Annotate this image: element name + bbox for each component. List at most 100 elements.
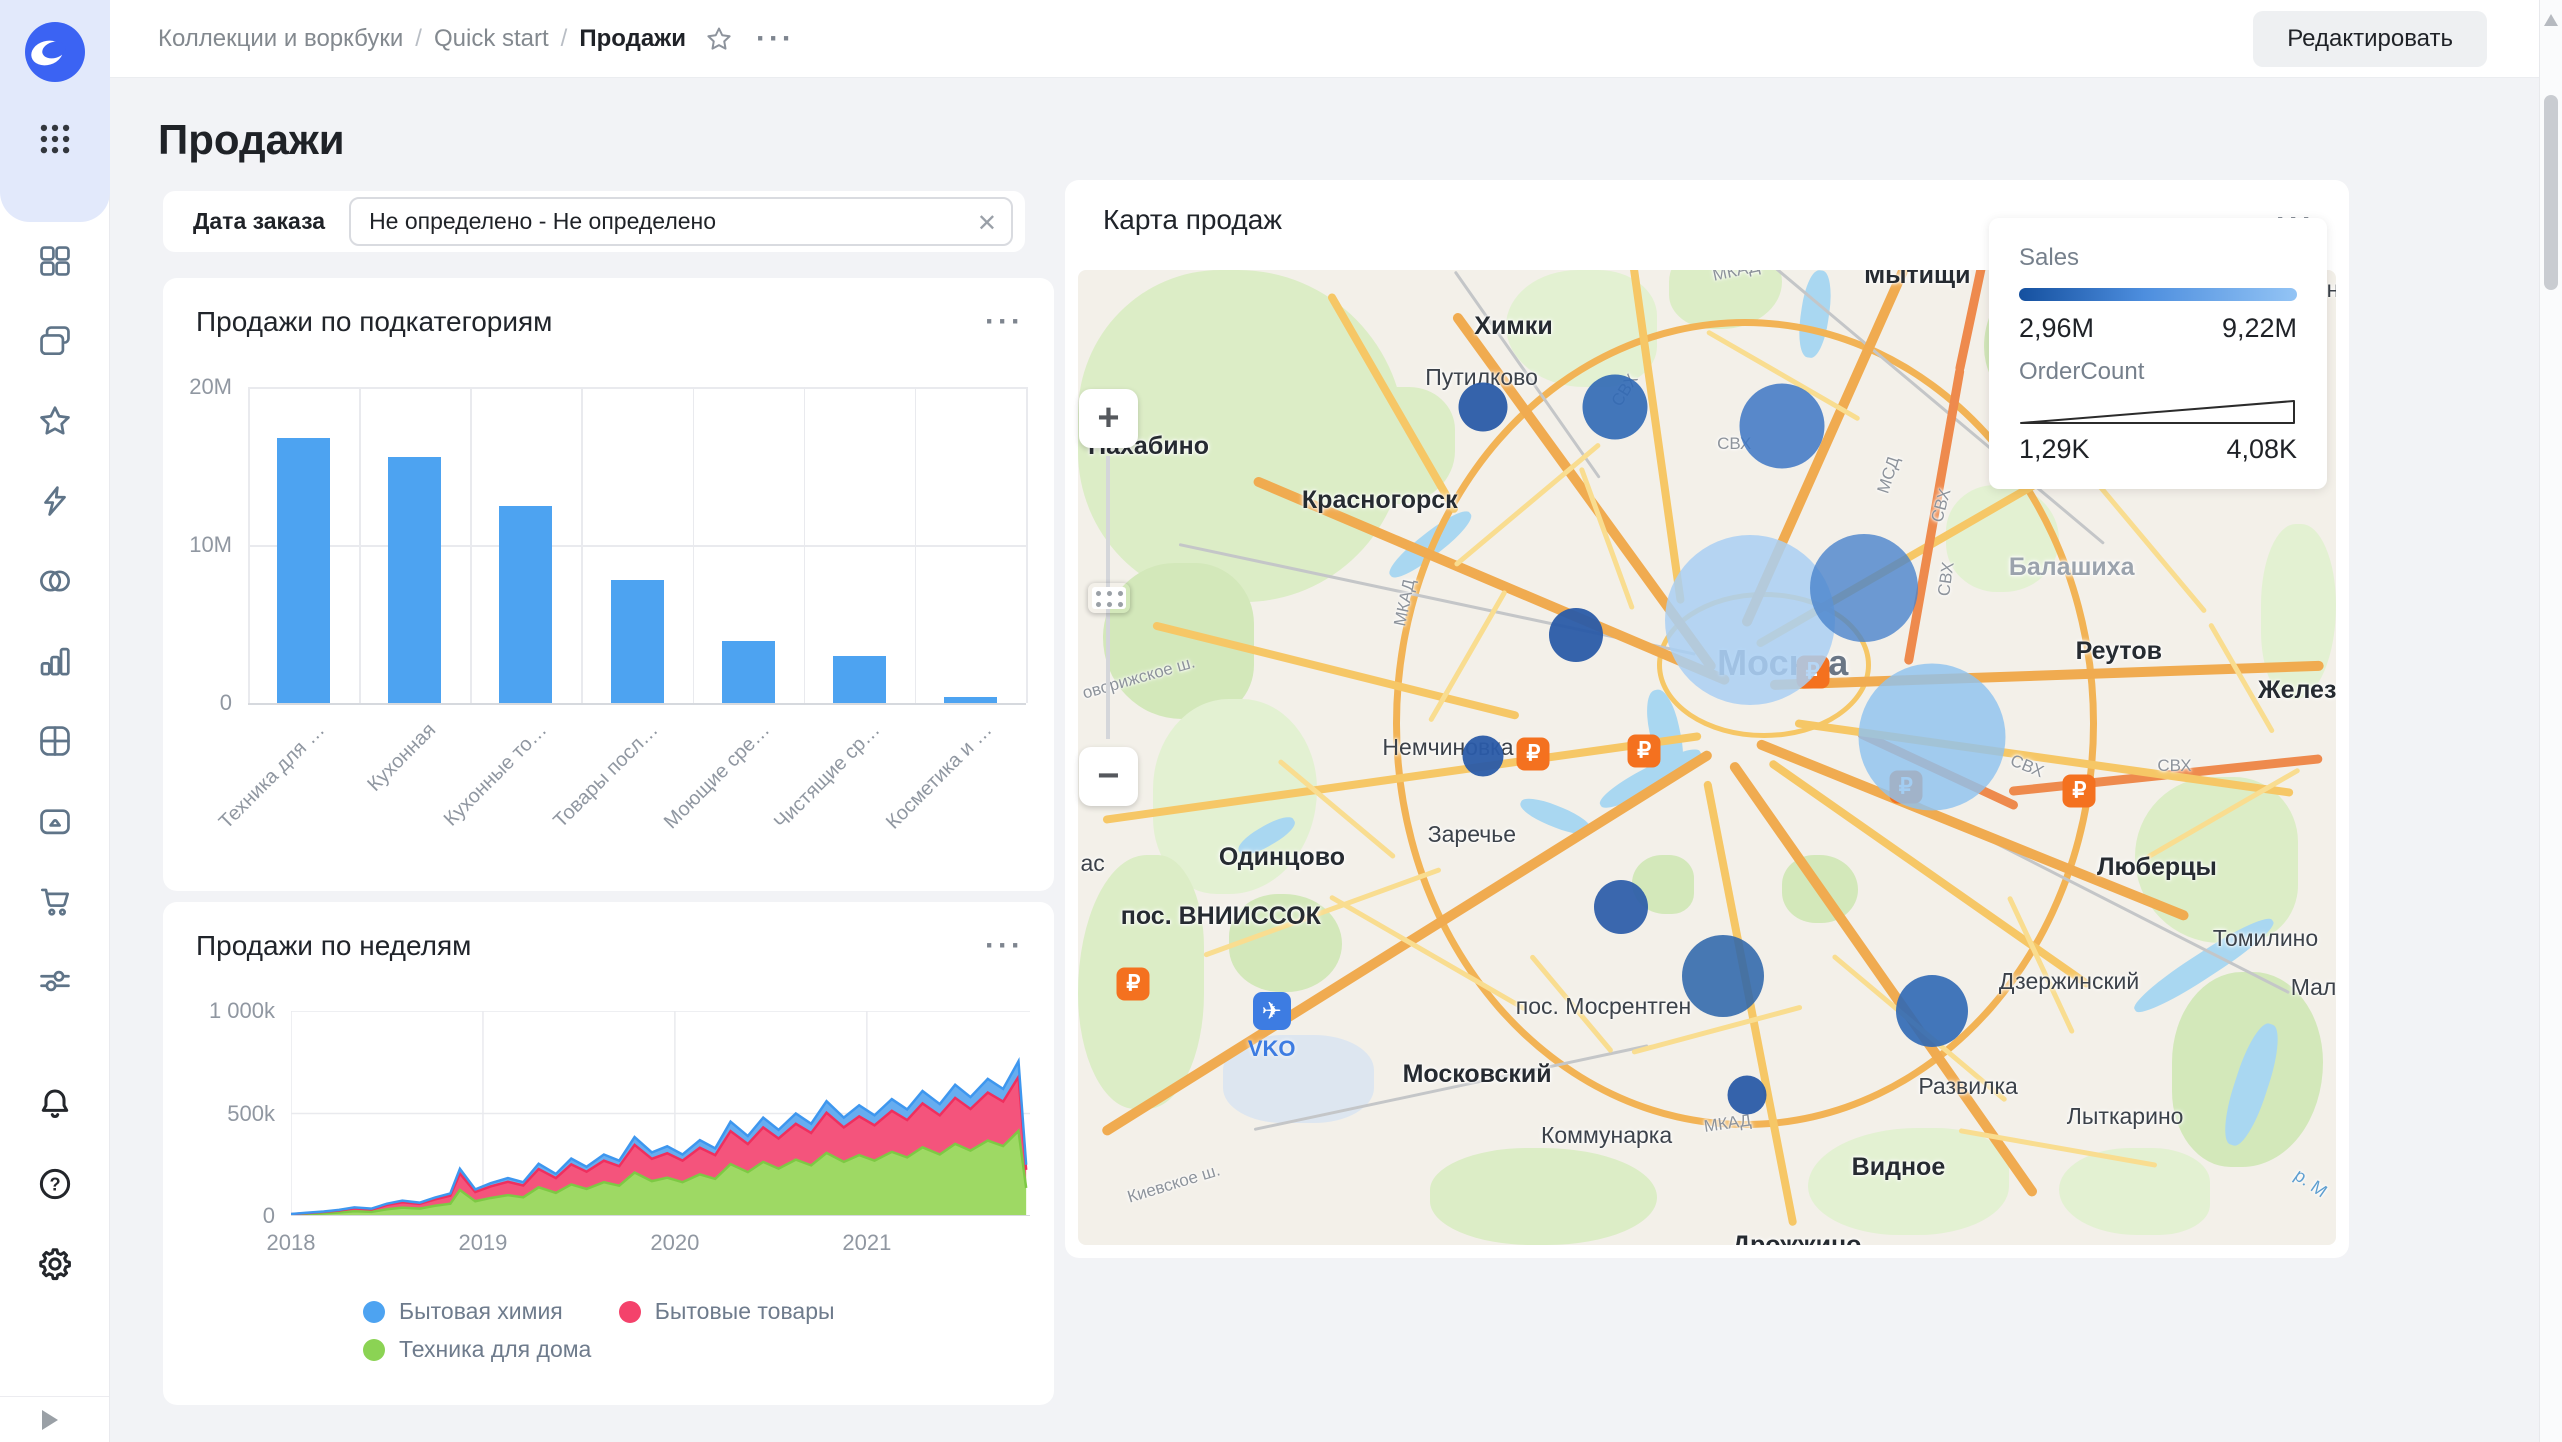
x-axis-category: Чистящие ср… xyxy=(770,719,885,834)
notifications-bell-icon[interactable] xyxy=(0,1064,110,1144)
area-chart-svg[interactable] xyxy=(291,1011,1030,1216)
legend-dot-pink xyxy=(619,1301,641,1323)
edit-button[interactable]: Редактировать xyxy=(2253,11,2487,67)
map-bubble[interactable] xyxy=(1740,384,1825,469)
map-place-label: Мытищи xyxy=(1864,270,1970,290)
sidebar: ? xyxy=(0,0,110,1442)
forest-patch xyxy=(2261,524,2336,700)
map-place-label: Одинцово xyxy=(1219,843,1345,872)
x-axis-line xyxy=(248,703,1026,705)
gridline xyxy=(359,387,361,703)
map-place-label: Люберцы xyxy=(2097,853,2217,882)
bar[interactable] xyxy=(611,580,664,703)
favorite-star-icon[interactable] xyxy=(704,24,734,54)
breadcrumb-separator: / xyxy=(561,25,568,53)
sidebar-item-navigation[interactable] xyxy=(0,221,110,301)
sidebar-item-connections[interactable] xyxy=(0,461,110,541)
zoom-slider-handle[interactable] xyxy=(1087,582,1131,614)
map-bubble[interactable] xyxy=(1594,880,1648,934)
bar[interactable] xyxy=(944,697,997,703)
help-question-icon[interactable]: ? xyxy=(0,1144,110,1224)
window-scrollbar[interactable] xyxy=(2539,0,2562,1442)
map-bubble[interactable] xyxy=(1665,535,1835,705)
forest-patch xyxy=(1430,1148,1656,1246)
date-filter-label: Дата заказа xyxy=(193,208,325,235)
map-place-label: пос. Мосрентген xyxy=(1516,993,1691,1020)
map-title: Карта продаж xyxy=(1103,204,1282,236)
area-chart-plot: 1 000k500k02018201920202021 xyxy=(291,1011,1030,1216)
sidebar-item-dashboards[interactable] xyxy=(0,701,110,781)
sidebar-item-marketplace[interactable] xyxy=(0,861,110,941)
map-place-label: Химки xyxy=(1474,312,1552,341)
count-min-value: 1,29K xyxy=(2019,434,2090,465)
map-place-label: Дрожжино xyxy=(1732,1231,1861,1245)
map-place-label: Железнодорожный xyxy=(2258,676,2336,705)
bar[interactable] xyxy=(499,506,552,704)
clear-filter-icon[interactable] xyxy=(977,208,997,236)
sidebar-item-datasets[interactable] xyxy=(0,541,110,621)
map-place-label: Томилино xyxy=(2213,925,2318,952)
gridline xyxy=(581,387,583,703)
bar-chart-plot: 20M10M0Техника для …КухоннаяКухонные то…… xyxy=(248,387,1026,703)
sidebar-item-settings-sliders[interactable] xyxy=(0,941,110,1021)
scrollbar-up-icon[interactable] xyxy=(2544,14,2558,26)
bar-chart-menu-icon[interactable] xyxy=(985,316,1024,328)
map-place-label: СВХ xyxy=(1934,561,1959,598)
settings-gear-icon[interactable] xyxy=(0,1224,110,1304)
bar[interactable] xyxy=(833,656,886,703)
map-place-label: Малаховка xyxy=(2291,974,2336,1001)
map-bubble[interactable] xyxy=(1459,382,1508,431)
sidebar-item-collections[interactable] xyxy=(0,301,110,381)
map-bubble[interactable] xyxy=(1859,664,2006,811)
date-filter-input[interactable]: Не определено - Не определено xyxy=(349,197,1013,246)
map-bubble[interactable] xyxy=(1583,374,1648,439)
map-place-label: ас xyxy=(1081,850,1105,877)
breadcrumb-workbook[interactable]: Quick start xyxy=(434,25,549,53)
legend-label: Техника для дома xyxy=(399,1336,591,1363)
sidebar-item-gallery[interactable] xyxy=(0,781,110,861)
more-menu-icon[interactable] xyxy=(756,33,795,45)
sidebar-item-favorites[interactable] xyxy=(0,381,110,461)
y-axis-tick: 10M xyxy=(189,532,232,558)
map-bubble[interactable] xyxy=(1896,975,1968,1047)
map-place-label: Дзержинский xyxy=(1999,968,2139,995)
ruble-marker-icon: ₽ xyxy=(1117,967,1150,1000)
apps-grid-icon[interactable] xyxy=(36,120,74,158)
y-axis-tick: 0 xyxy=(220,690,232,716)
x-axis-category: Кухонная xyxy=(363,719,440,796)
map-bubble[interactable] xyxy=(1549,608,1603,662)
gridline xyxy=(1026,387,1028,703)
map-bubble[interactable] xyxy=(1810,534,1918,642)
zoom-in-button[interactable] xyxy=(1079,389,1138,448)
breadcrumb-separator: / xyxy=(415,25,422,53)
legend-dot-blue xyxy=(363,1301,385,1323)
datalens-logo-icon[interactable] xyxy=(25,22,85,82)
bar[interactable] xyxy=(388,457,441,703)
airport-code-label: VKO xyxy=(1248,1036,1296,1062)
x-axis-category: Техника для … xyxy=(215,719,330,834)
map-bubble[interactable] xyxy=(1728,1075,1767,1114)
breadcrumb-collections[interactable]: Коллекции и воркбуки xyxy=(158,25,403,53)
legend-label: Бытовая химия xyxy=(399,1298,563,1325)
map-bubble[interactable] xyxy=(1463,735,1504,776)
area-chart-menu-icon[interactable] xyxy=(985,940,1024,952)
ruble-marker-icon: ₽ xyxy=(1628,734,1661,767)
topbar: Коллекции и воркбуки / Quick start / Про… xyxy=(110,0,2539,78)
area-chart-card: Продажи по неделям 1 000k500k02018201920… xyxy=(163,902,1054,1405)
legend-dot-green xyxy=(363,1339,385,1361)
zoom-out-button[interactable] xyxy=(1079,747,1138,806)
map-place-label: Лыткарино xyxy=(2067,1103,2184,1130)
sidebar-expand-button[interactable] xyxy=(0,1396,109,1442)
map-bubble[interactable] xyxy=(1682,935,1764,1017)
sidebar-item-charts[interactable] xyxy=(0,621,110,701)
map-place-label: Коммунарка xyxy=(1541,1122,1672,1149)
gridline xyxy=(248,387,250,703)
airport-plane-icon: ✈ xyxy=(1253,992,1291,1030)
bar[interactable] xyxy=(722,641,775,703)
bar[interactable] xyxy=(277,438,330,703)
area-chart-title: Продажи по неделям xyxy=(196,930,471,962)
map-place-label: Московский xyxy=(1403,1060,1552,1089)
x-axis-tick: 2018 xyxy=(267,1230,316,1256)
scrollbar-thumb[interactable] xyxy=(2544,95,2558,290)
map-place-label: Киевское ш. xyxy=(1125,1161,1222,1208)
